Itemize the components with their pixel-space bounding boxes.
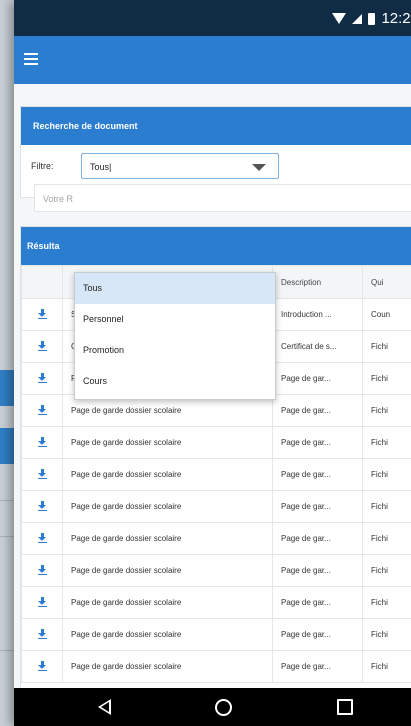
document-name: Page de garde dossier scolaire [62,490,273,523]
filter-option-cours[interactable]: Cours [75,366,275,397]
document-qui: Fichi [362,650,411,683]
download-cell [21,362,63,395]
column-header-description: Description [272,265,363,299]
document-description: Introduction ... [272,298,363,331]
back-icon[interactable] [98,699,111,715]
filter-select[interactable]: Tous| [81,153,279,179]
table-row[interactable]: Page de garde dossier scolairePage de ga… [21,426,411,459]
recent-apps-icon[interactable] [337,699,353,715]
download-cell [21,330,63,363]
download-icon[interactable] [37,564,47,575]
document-qui: Fichi [362,618,411,651]
document-qui: Fichi [362,458,411,491]
filter-option-promotion[interactable]: Promotion [75,335,275,366]
download-cell [21,394,63,427]
filter-select-value: Tous [90,162,110,172]
document-description: Page de gar... [272,394,363,427]
table-row[interactable]: Page de garde dossier scolairePage de ga… [21,458,411,491]
download-cell [21,426,63,459]
document-description: Page de gar... [272,362,363,395]
download-icon[interactable] [37,500,47,511]
document-name: Page de garde dossier scolaire [62,586,273,619]
table-row[interactable]: Page de garde dossier scolairePage de ga… [21,618,411,651]
document-description: Certificat de s... [272,330,363,363]
document-description: Page de gar... [272,426,363,459]
document-name: Page de garde dossier scolaire [62,554,273,587]
wifi-icon [332,13,347,24]
column-header-download [21,265,63,299]
download-icon[interactable] [37,628,47,639]
document-name: Page de garde dossier scolaire [62,522,273,555]
download-cell [21,586,63,619]
download-cell [21,298,63,331]
download-icon[interactable] [37,308,47,319]
phone-screen: 12:29 Recherche de document Filtre: Tous… [14,0,411,726]
document-qui: Coun [362,298,411,331]
search-panel-title: Recherche de document [21,107,411,145]
download-icon[interactable] [37,532,47,543]
filter-label: Filtre: [31,161,54,171]
column-header-qui: Qui [362,265,411,299]
results-panel-title: Résulta [21,227,411,265]
home-icon[interactable] [215,699,232,716]
navigation-bar [14,688,411,726]
table-row[interactable]: Page de garde dossier scolairePage de ga… [21,650,411,683]
document-qui: Fichi [362,362,411,395]
table-row[interactable]: Page de garde dossier scolairePage de ga… [21,554,411,587]
download-icon[interactable] [37,372,47,383]
download-icon[interactable] [37,468,47,479]
document-description: Page de gar... [272,458,363,491]
battery-icon [368,12,376,25]
document-description: Page de gar... [272,522,363,555]
filter-dropdown: Tous Personnel Promotion Cours [74,272,276,400]
document-qui: Fichi [362,586,411,619]
signal-icon [352,13,363,24]
download-icon[interactable] [37,660,47,671]
document-description: Page de gar... [272,586,363,619]
download-cell [21,618,63,651]
table-row[interactable]: Page de garde dossier scolairePage de ga… [21,522,411,555]
table-row[interactable]: Page de garde dossier scolairePage de ga… [21,586,411,619]
filter-option-personnel[interactable]: Personnel [75,304,275,335]
download-icon[interactable] [37,436,47,447]
download-cell [21,490,63,523]
document-description: Page de gar... [272,650,363,683]
document-qui: Fichi [362,554,411,587]
document-qui: Fichi [362,490,411,523]
download-icon[interactable] [37,340,47,351]
document-name: Page de garde dossier scolaire [62,618,273,651]
menu-icon[interactable] [24,53,38,65]
text-cursor: | [109,162,112,172]
document-qui: Fichi [362,330,411,363]
document-qui: Fichi [362,394,411,427]
status-time: 12:29 [381,10,411,27]
download-cell [21,650,63,683]
document-description: Page de gar... [272,490,363,523]
table-row[interactable]: Page de garde dossier scolairePage de ga… [21,490,411,523]
document-description: Page de gar... [272,554,363,587]
download-icon[interactable] [37,596,47,607]
search-input[interactable]: Votre R [34,184,411,212]
status-bar: 12:29 [14,0,411,36]
download-cell [21,458,63,491]
document-qui: Fichi [362,522,411,555]
app-bar [14,36,411,84]
document-name: Page de garde dossier scolaire [62,650,273,683]
download-icon[interactable] [37,404,47,415]
document-qui: Fichi [362,426,411,459]
download-cell [21,554,63,587]
document-description: Page de gar... [272,618,363,651]
document-name: Page de garde dossier scolaire [62,426,273,459]
document-name: Page de garde dossier scolaire [62,458,273,491]
filter-option-tous[interactable]: Tous [75,273,275,304]
main-content: Recherche de document Filtre: Tous| Votr… [14,84,411,690]
chevron-down-icon [252,164,266,171]
download-cell [21,522,63,555]
